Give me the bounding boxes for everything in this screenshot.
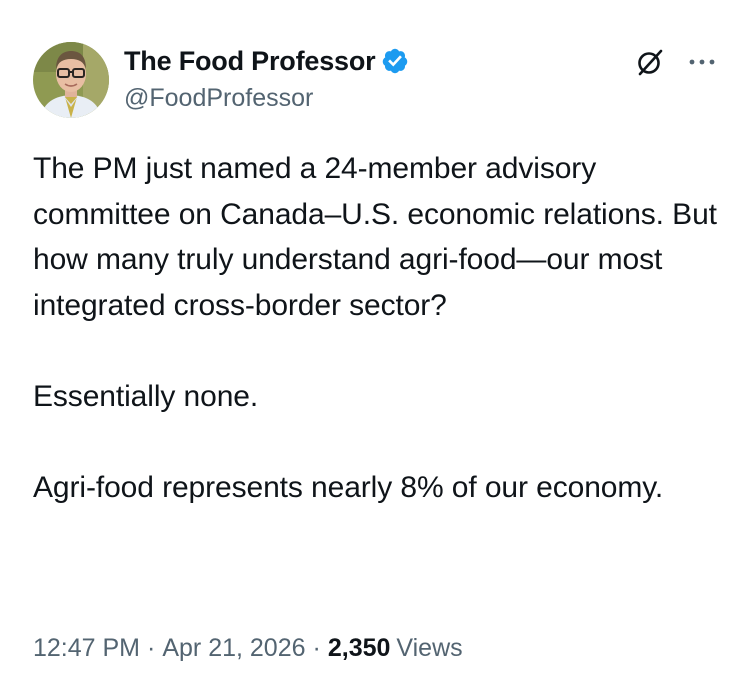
views-count[interactable]: 2,350 (328, 634, 391, 663)
views-label[interactable]: Views (396, 634, 462, 663)
tweet-date[interactable]: Apr 21, 2026 (162, 634, 305, 663)
author-name[interactable]: The Food Professor (124, 44, 409, 78)
tweet-time[interactable]: 12:47 PM (33, 634, 140, 663)
tweet-meta: 12:47 PM · Apr 21, 2026 · 2,350 Views (33, 634, 463, 663)
author-handle[interactable]: @FoodProfessor (124, 84, 313, 113)
grok-icon[interactable] (634, 46, 666, 78)
display-name[interactable]: The Food Professor (124, 46, 376, 77)
verified-badge-icon (381, 47, 409, 75)
tweet-text: The PM just named a 24-member advisory c… (33, 146, 723, 510)
tweet-paragraph: Agri-food represents nearly 8% of our ec… (33, 470, 664, 504)
tweet-paragraph: Essentially none. (33, 379, 259, 413)
meta-separator: · (147, 634, 156, 662)
avatar-image (33, 42, 109, 118)
tweet-paragraph: The PM just named a 24-member advisory c… (33, 152, 717, 322)
avatar[interactable] (33, 42, 109, 118)
meta-separator: · (312, 634, 321, 662)
more-icon[interactable] (686, 48, 718, 76)
tweet: The Food Professor @FoodProfessor The PM… (0, 0, 750, 690)
